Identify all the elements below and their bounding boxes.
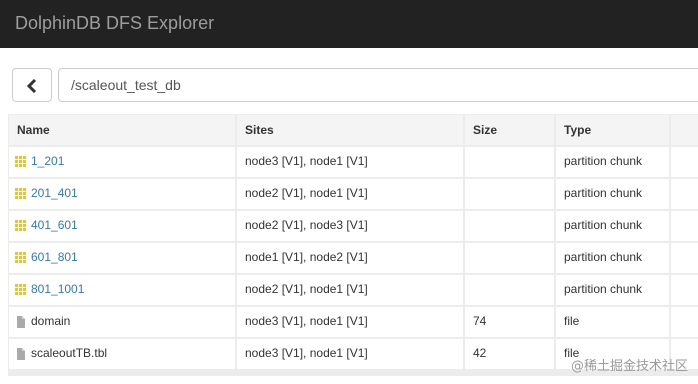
table-cell-type: partition chunk xyxy=(556,211,669,241)
folder-grid-icon xyxy=(15,156,26,167)
cell-sites: node2 [V1], node1 [V1] xyxy=(245,186,368,200)
table-row-name-cell: 201_401 xyxy=(9,179,235,209)
file-name: scaleoutTB.tbl xyxy=(31,346,108,360)
table-cell-sites: node3 [V1], node1 [V1] xyxy=(237,339,463,369)
table-cell-sites: node3 [V1], node1 [V1] xyxy=(237,147,463,177)
folder-grid-icon xyxy=(15,284,26,295)
navbar: DolphinDB DFS Explorer xyxy=(0,0,698,48)
table-cell-type: partition chunk xyxy=(556,147,669,177)
cell-type: partition chunk xyxy=(564,218,643,232)
back-button[interactable] xyxy=(12,68,52,102)
file-icon xyxy=(17,316,25,328)
header-column-sites[interactable]: Sites xyxy=(237,115,463,145)
file-table: Name Sites Size Type 1_201 node3 [V1], node1 … xyxy=(8,114,698,376)
cell-sites: node3 [V1], node1 [V1] xyxy=(245,346,368,360)
cell-size: 42 xyxy=(473,346,487,360)
header-column-name[interactable]: Name xyxy=(9,115,235,145)
table-cell-size: 42 xyxy=(465,339,554,369)
table-row-name-cell: 401_601 xyxy=(9,211,235,241)
folder-grid-icon xyxy=(15,188,26,199)
table-cell-type: file xyxy=(556,307,669,337)
cell-sites: node2 [V1], node1 [V1] xyxy=(245,282,368,296)
header-label: Sites xyxy=(245,123,274,137)
cell-type: file xyxy=(564,314,580,328)
table-cell-type: partition chunk xyxy=(556,243,669,273)
table-row-name-cell: domain xyxy=(9,307,235,337)
table-cell-size: 74 xyxy=(465,307,554,337)
cell-size: 74 xyxy=(473,314,487,328)
table-cell-size xyxy=(465,243,554,273)
cell-type: partition chunk xyxy=(564,250,643,264)
file-name: domain xyxy=(31,314,71,328)
table-row-name-cell: 801_1001 xyxy=(9,275,235,305)
folder-grid-icon xyxy=(15,220,26,231)
table-cell-type: partition chunk xyxy=(556,275,669,305)
partition-link[interactable]: 1_201 xyxy=(31,154,64,168)
partition-link[interactable]: 401_601 xyxy=(31,218,78,232)
cell-sites: node3 [V1], node1 [V1] xyxy=(245,314,368,328)
table-cell-size xyxy=(465,275,554,305)
table-cell-extra xyxy=(671,179,698,209)
table-cell-sites: node2 [V1], node1 [V1] xyxy=(237,275,463,305)
header-label: Type xyxy=(564,123,592,137)
table-cell-extra xyxy=(671,211,698,241)
cell-sites: node3 [V1], node1 [V1] xyxy=(245,154,368,168)
table-cell-size xyxy=(465,147,554,177)
table-cell-size xyxy=(465,211,554,241)
partition-link[interactable]: 601_801 xyxy=(31,250,78,264)
table-cell-extra xyxy=(671,243,698,273)
table-cell-sites: node3 [V1], node1 [V1] xyxy=(237,307,463,337)
table-cell-extra xyxy=(671,147,698,177)
header-column-size[interactable]: Size xyxy=(465,115,554,145)
header-label: Name xyxy=(17,123,50,137)
header-column-type[interactable]: Type xyxy=(556,115,669,145)
cell-type: partition chunk xyxy=(564,282,643,296)
table-cell-extra xyxy=(671,307,698,337)
folder-grid-icon xyxy=(15,252,26,263)
path-input[interactable]: /scaleout_test_db xyxy=(58,68,698,102)
table-cell-extra xyxy=(671,275,698,305)
cell-type: partition chunk xyxy=(564,186,643,200)
chevron-left-icon xyxy=(26,79,37,93)
table-cell-size xyxy=(465,179,554,209)
cell-sites: node1 [V1], node2 [V1] xyxy=(245,250,368,264)
table-cell-type: partition chunk xyxy=(556,179,669,209)
app-title[interactable]: DolphinDB DFS Explorer xyxy=(15,13,214,34)
table-row-name-cell: 1_201 xyxy=(9,147,235,177)
table-cell-sites: node2 [V1], node3 [V1] xyxy=(237,211,463,241)
header-column-extra xyxy=(671,115,698,145)
table-row-name-cell: 601_801 xyxy=(9,243,235,273)
table-cell-sites: node2 [V1], node1 [V1] xyxy=(237,179,463,209)
file-icon xyxy=(17,348,25,360)
table-row-name-cell: scaleoutTB.tbl xyxy=(9,339,235,369)
cell-sites: node2 [V1], node3 [V1] xyxy=(245,218,368,232)
header-label: Size xyxy=(473,123,498,137)
watermark: @稀土掘金技术社区 xyxy=(570,359,688,374)
table-cell-sites: node1 [V1], node2 [V1] xyxy=(237,243,463,273)
partition-link[interactable]: 801_1001 xyxy=(31,282,84,296)
cell-type: partition chunk xyxy=(564,154,643,168)
partition-link[interactable]: 201_401 xyxy=(31,186,78,200)
